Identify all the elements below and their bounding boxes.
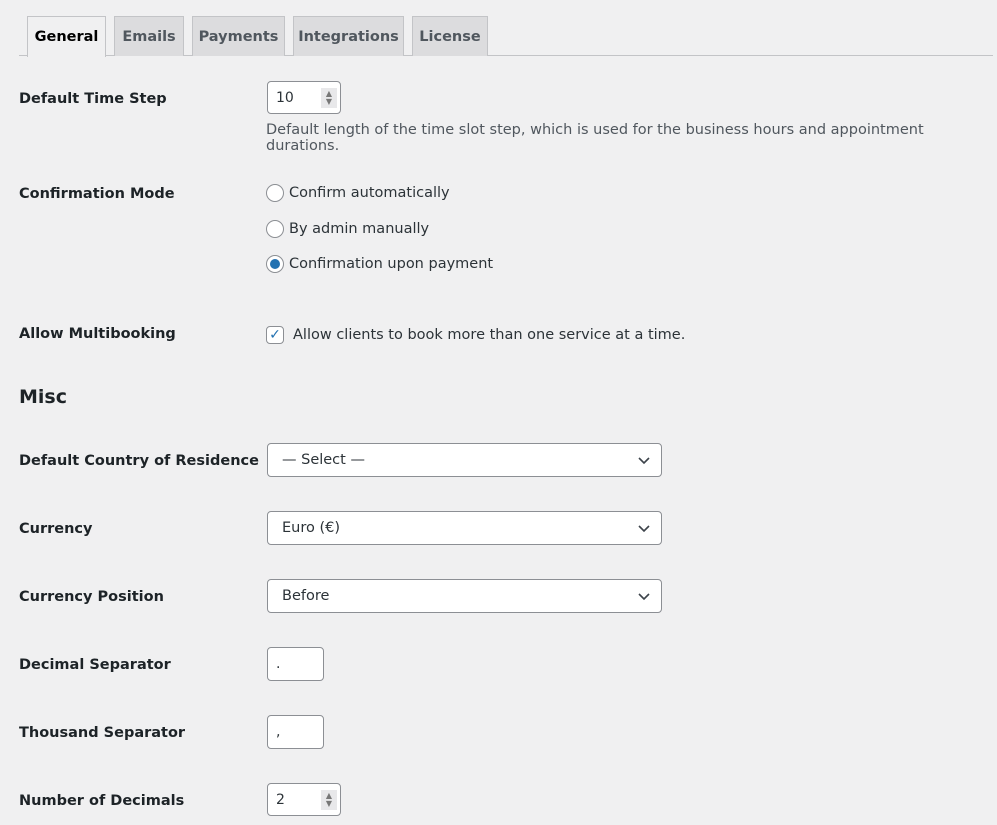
- chevron-down-icon: [638, 457, 650, 465]
- currency-label: Currency: [19, 521, 93, 537]
- checkmark-icon[interactable]: ✓: [266, 326, 284, 344]
- time-step-input[interactable]: 10 ▲ ▼: [267, 81, 341, 114]
- currency-position-value: Before: [282, 588, 330, 604]
- spinner-icon[interactable]: ▲ ▼: [321, 88, 337, 108]
- decimals-label: Number of Decimals: [19, 793, 185, 809]
- radio-button-selected[interactable]: [266, 255, 284, 273]
- multibooking-label: Allow Multibooking: [19, 326, 176, 342]
- currency-select-value: Euro (€): [282, 520, 341, 536]
- radio-by-admin-manually[interactable]: By admin manually: [266, 220, 429, 238]
- decimals-value: 2: [276, 791, 285, 808]
- time-step-label: Default Time Step: [19, 91, 167, 107]
- thousand-separator-label: Thousand Separator: [19, 725, 186, 741]
- radio-label: By admin manually: [289, 221, 430, 237]
- settings-tabs: General Emails Payments Integrations Lic…: [0, 0, 997, 57]
- tab-general[interactable]: General: [27, 16, 106, 57]
- multibooking-checkbox-label: Allow clients to book more than one serv…: [293, 327, 686, 343]
- chevron-down-icon: [638, 593, 650, 601]
- spinner-icon[interactable]: ▲ ▼: [321, 790, 337, 810]
- radio-label: Confirm automatically: [289, 185, 450, 201]
- misc-section-title: Misc: [19, 386, 67, 408]
- currency-position-label: Currency Position: [19, 589, 164, 605]
- radio-button[interactable]: [266, 220, 284, 238]
- thousand-separator-input[interactable]: ,: [267, 715, 324, 749]
- radio-label: Confirmation upon payment: [289, 256, 494, 272]
- country-select[interactable]: — Select —: [267, 443, 662, 477]
- country-label: Default Country of Residence: [19, 453, 259, 469]
- decimals-input[interactable]: 2 ▲ ▼: [267, 783, 341, 816]
- radio-confirm-automatically[interactable]: Confirm automatically: [266, 184, 450, 202]
- tab-payments[interactable]: Payments: [192, 16, 285, 56]
- currency-select[interactable]: Euro (€): [267, 511, 662, 545]
- decimal-separator-input[interactable]: .: [267, 647, 324, 681]
- multibooking-checkbox-row[interactable]: ✓ Allow clients to book more than one se…: [266, 326, 685, 344]
- radio-button[interactable]: [266, 184, 284, 202]
- decimal-separator-label: Decimal Separator: [19, 657, 171, 673]
- tab-emails[interactable]: Emails: [114, 16, 184, 56]
- tab-integrations[interactable]: Integrations: [293, 16, 404, 56]
- time-step-description: Default length of the time slot step, wh…: [266, 122, 924, 154]
- tab-license[interactable]: License: [412, 16, 488, 56]
- radio-confirmation-upon-payment[interactable]: Confirmation upon payment: [266, 255, 493, 273]
- country-select-value: — Select —: [282, 452, 365, 468]
- time-step-value: 10: [276, 89, 294, 106]
- chevron-down-icon: [638, 525, 650, 533]
- confirmation-mode-label: Confirmation Mode: [19, 186, 175, 202]
- currency-position-select[interactable]: Before: [267, 579, 662, 613]
